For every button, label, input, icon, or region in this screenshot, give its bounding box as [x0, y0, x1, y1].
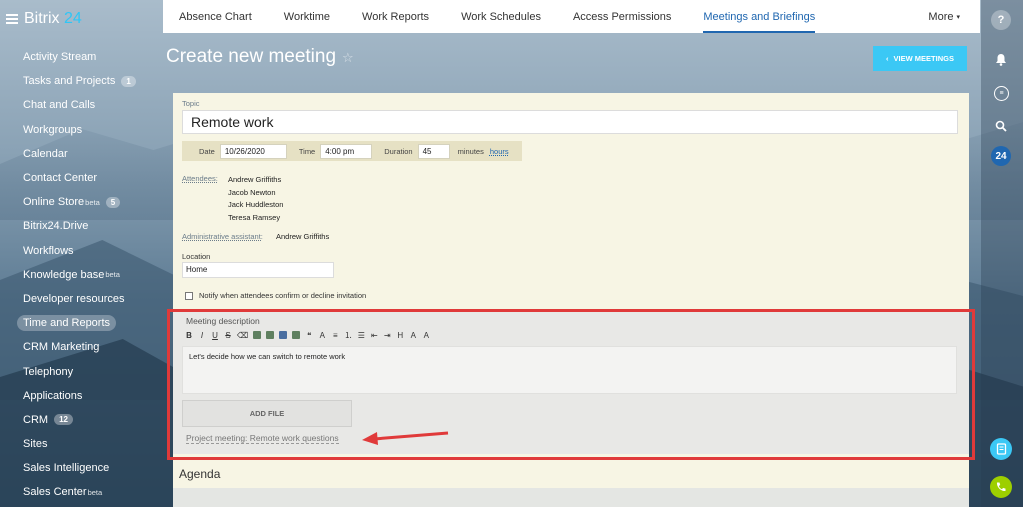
sidebar-item-knowledge-base[interactable]: Knowledge base beta [0, 263, 160, 287]
chat-icon[interactable]: ≡ [994, 86, 1009, 101]
sidebar-item-activity-stream[interactable]: Activity Stream [0, 45, 160, 69]
location-input[interactable]: Home [182, 262, 334, 278]
beta-label: beta [85, 197, 100, 207]
duration-input[interactable]: 45 [417, 143, 450, 159]
logo[interactable]: Bitrix 24 [6, 10, 82, 28]
notify-option[interactable]: Notify when attendees confirm or decline… [185, 291, 366, 300]
open-lines-icon[interactable] [990, 438, 1012, 460]
attendee-item[interactable]: Jack Huddleston [228, 199, 283, 212]
counter-badge: 5 [105, 196, 121, 208]
date-label: Date [199, 146, 215, 156]
left-sidebar: Bitrix 24 Activity Stream Tasks and Proj… [0, 0, 160, 507]
sidebar-item-time-and-reports[interactable]: Time and Reports [0, 311, 160, 335]
page-title: Create new meeting ☆ [166, 46, 354, 68]
brand-name: Bitrix [24, 10, 60, 27]
agenda-section [173, 488, 969, 507]
agenda-title: Agenda [179, 467, 221, 481]
location-label: Location [182, 252, 211, 261]
minutes-label: minutes [457, 146, 484, 156]
view-meetings-button[interactable]: ‹ VIEW MEETINGS [873, 46, 967, 71]
notify-label: Notify when attendees confirm or decline… [199, 291, 367, 300]
time-input[interactable]: 4:00 pm [320, 143, 373, 159]
notify-checkbox[interactable] [185, 291, 193, 300]
sidebar-item-crm[interactable]: CRM 12 [0, 408, 160, 432]
tab-meetings-and-briefings[interactable]: Meetings and Briefings [687, 0, 831, 33]
attendee-item[interactable]: Teresa Ramsey [228, 212, 283, 225]
tab-access-permissions[interactable]: Access Permissions [557, 0, 687, 33]
sidebar-menu: Activity Stream Tasks and Projects 1 Chat… [0, 45, 160, 505]
caret-down-icon: ▾ [956, 13, 960, 21]
tab-more[interactable]: More ▾ [912, 0, 980, 33]
sidebar-item-sites[interactable]: Sites [0, 432, 160, 456]
topic-input[interactable]: Remote work [182, 110, 958, 134]
sidebar-item-calendar[interactable]: Calendar [0, 142, 160, 166]
sidebar-item-sales-center[interactable]: Sales Center beta [0, 480, 160, 504]
brand-number: 24 [64, 10, 82, 27]
annotation-arrow-icon [362, 431, 449, 445]
menu-icon[interactable] [6, 14, 18, 24]
sidebar-item-developer-resources[interactable]: Developer resources [0, 287, 160, 311]
hours-toggle[interactable]: hours [490, 147, 509, 156]
sidebar-item-telephony[interactable]: Telephony [0, 359, 160, 383]
chevron-left-icon: ‹ [886, 54, 889, 63]
sidebar-item-crm-marketing[interactable]: CRM Marketing [0, 335, 160, 359]
page-title-text: Create new meeting [166, 46, 337, 67]
highlight-box [167, 309, 975, 460]
attendee-item[interactable]: Jacob Newton [228, 187, 283, 200]
star-icon[interactable]: ☆ [342, 50, 354, 65]
sidebar-item-contact-center[interactable]: Contact Center [0, 166, 160, 190]
help-icon[interactable]: ? [991, 10, 1011, 30]
sidebar-item-chat[interactable]: Chat and Calls [0, 93, 160, 117]
assistant-value[interactable]: Andrew Griffiths [276, 232, 329, 241]
sidebar-item-sales-intelligence[interactable]: Sales Intelligence [0, 456, 160, 480]
sidebar-item-online-store[interactable]: Online Store beta 5 [0, 190, 160, 214]
tab-work-reports[interactable]: Work Reports [346, 0, 445, 33]
phone-icon[interactable] [990, 476, 1012, 498]
date-input[interactable]: 10/26/2020 [219, 143, 287, 159]
counter-badge: 12 [54, 414, 73, 426]
tab-absence-chart[interactable]: Absence Chart [163, 0, 268, 33]
beta-label: beta [105, 270, 120, 280]
counter-badge: 1 [121, 75, 136, 87]
time-label: Time [298, 146, 316, 156]
beta-label: beta [87, 487, 103, 497]
top-tabs-bar: Absence Chart Worktime Work Reports Work… [163, 0, 980, 33]
sidebar-item-applications[interactable]: Applications [0, 384, 160, 408]
search-icon[interactable] [991, 116, 1011, 136]
more-label: More [928, 10, 954, 23]
sidebar-item-workflows[interactable]: Workflows [0, 239, 160, 263]
right-toolbar: ? ≡ 24 [981, 0, 1023, 507]
attendees-list: Andrew Griffiths Jacob Newton Jack Huddl… [228, 174, 283, 224]
assistant-label[interactable]: Administrative assistant: [182, 232, 263, 241]
attendees-label[interactable]: Attendees: [182, 174, 218, 183]
attendee-item[interactable]: Andrew Griffiths [228, 174, 283, 187]
tab-work-schedules[interactable]: Work Schedules [445, 0, 557, 33]
sidebar-item-workgroups[interactable]: Workgroups [0, 118, 160, 142]
sidebar-item-drive[interactable]: Bitrix24.Drive [0, 214, 160, 238]
datetime-row: Date 10/26/2020 Time 4:00 pm Duration 45… [182, 141, 522, 161]
tab-worktime[interactable]: Worktime [268, 0, 346, 33]
duration-label: Duration [384, 146, 413, 156]
bell-icon[interactable] [991, 49, 1011, 69]
sidebar-item-tasks[interactable]: Tasks and Projects 1 [0, 69, 160, 93]
topic-label: Topic [182, 99, 200, 108]
view-meetings-label: VIEW MEETINGS [893, 54, 954, 63]
bitrix24-counter-icon[interactable]: 24 [991, 146, 1011, 166]
